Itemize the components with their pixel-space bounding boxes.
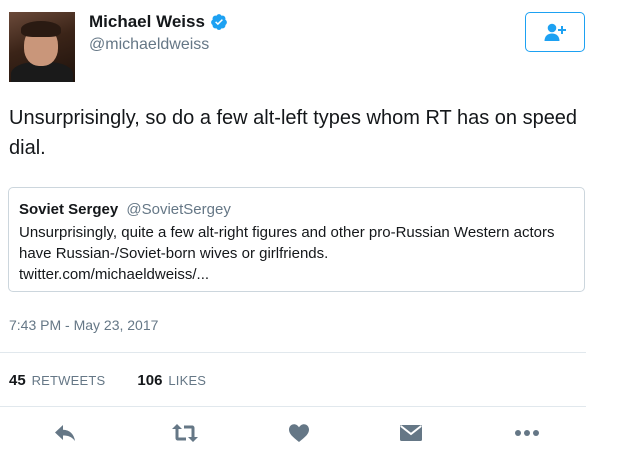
avatar-hair <box>21 21 61 37</box>
likes-count: 106 <box>137 372 163 389</box>
tweet-actions <box>0 420 600 446</box>
like-icon <box>289 424 309 442</box>
retweets-count: 45 <box>9 372 26 389</box>
direct-message-icon <box>400 425 422 441</box>
like-button[interactable] <box>286 420 312 446</box>
quoted-author-handle: @SovietSergey <box>126 201 231 218</box>
divider-top <box>0 352 586 353</box>
reply-button[interactable] <box>52 420 78 446</box>
follow-button[interactable] <box>525 12 585 52</box>
tweet-stats: 45 RETWEETS 106 LIKES <box>9 372 238 389</box>
reply-icon <box>55 425 75 441</box>
author-handle[interactable]: @michaeldweiss <box>89 36 209 54</box>
more-icon <box>515 430 539 436</box>
quoted-tweet-header: Soviet Sergey @SovietSergey <box>19 200 574 220</box>
retweets-label: RETWEETS <box>31 373 106 388</box>
tweet-timestamp[interactable]: 7:43 PM - May 23, 2017 <box>9 317 158 333</box>
divider-bottom <box>0 406 586 407</box>
tweet-text: Unsurprisingly, so do a few alt-left typ… <box>9 107 578 159</box>
retweet-icon <box>172 424 198 442</box>
retweets-stat[interactable]: 45 RETWEETS <box>9 372 105 389</box>
avatar[interactable] <box>9 12 75 82</box>
verified-badge-icon <box>211 14 227 30</box>
retweet-button[interactable] <box>170 420 200 446</box>
quoted-tweet-link[interactable]: twitter.com/michaeldweiss/... <box>19 266 209 283</box>
follow-user-icon <box>544 23 566 41</box>
quoted-tweet-text: Unsurprisingly, quite a few alt-right fi… <box>19 222 574 285</box>
quoted-tweet[interactable]: Soviet Sergey @SovietSergey Unsurprising… <box>8 187 585 292</box>
likes-label: LIKES <box>168 373 207 388</box>
likes-stat[interactable]: 106 LIKES <box>137 372 206 389</box>
author-name[interactable]: Michael Weiss <box>89 12 205 32</box>
quoted-tweet-body: Unsurprisingly, quite a few alt-right fi… <box>19 224 555 262</box>
more-button[interactable] <box>512 420 542 446</box>
quoted-author-name: Soviet Sergey <box>19 201 119 218</box>
author-name-row: Michael Weiss <box>89 12 228 32</box>
direct-message-button[interactable] <box>398 420 424 446</box>
